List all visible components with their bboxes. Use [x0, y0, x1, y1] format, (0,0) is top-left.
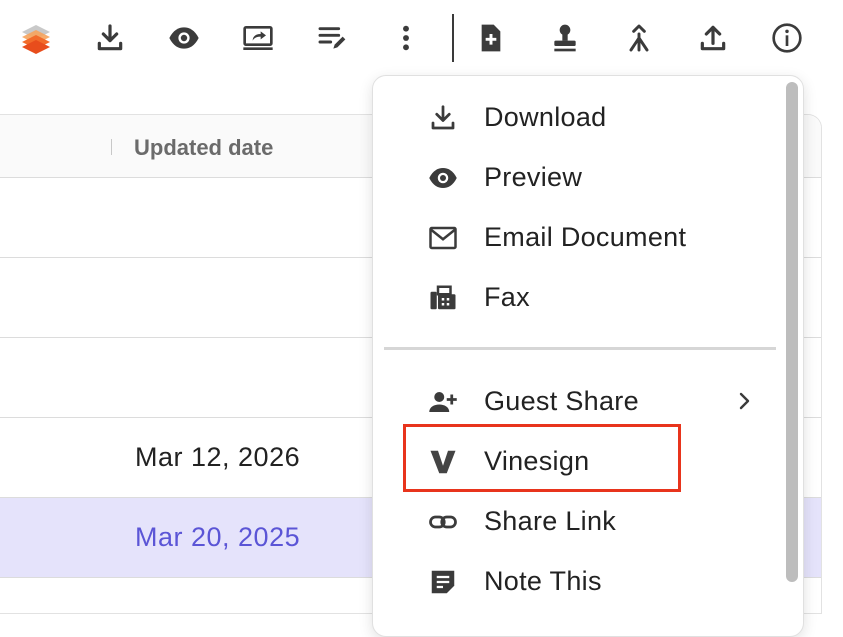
menu-item-label: Note This	[484, 566, 602, 596]
menu-divider	[384, 347, 776, 350]
menu-item-email-document[interactable]: Email Document	[373, 207, 773, 267]
more-actions-menu: Download Preview Email Document Fax Gues…	[372, 75, 804, 637]
updated-date-cell: Mar 20, 2025	[135, 522, 301, 552]
scrollbar-thumb[interactable]	[786, 82, 798, 582]
mail-icon	[423, 221, 463, 255]
upload-icon[interactable]	[693, 18, 733, 58]
column-header-updated-date[interactable]: Updated date	[134, 135, 273, 161]
preview-icon[interactable]	[164, 18, 204, 58]
menu-item-label: Share Link	[484, 506, 617, 536]
link-icon	[423, 505, 463, 539]
menu-item-label: Email Document	[484, 222, 687, 252]
toolbar	[0, 0, 843, 76]
column-separator[interactable]	[111, 139, 112, 155]
note-icon	[423, 565, 463, 599]
menu-item-share-link[interactable]: Share Link	[373, 491, 773, 551]
layers-icon[interactable]	[16, 18, 56, 58]
menu-item-label: Download	[484, 102, 607, 132]
menu-item-note-this[interactable]: Note This	[373, 551, 773, 611]
menu-item-label: Preview	[484, 162, 583, 192]
chevron-right-icon	[733, 387, 757, 415]
download-icon[interactable]	[90, 18, 130, 58]
menu-scrollbar[interactable]	[784, 76, 801, 616]
menu-item-download[interactable]: Download	[373, 87, 773, 147]
eye-icon	[423, 161, 463, 195]
menu-item-guest-share[interactable]: Guest Share	[373, 371, 773, 431]
fax-icon	[423, 281, 463, 315]
present-icon[interactable]	[238, 18, 278, 58]
menu-item-label: Guest Share	[484, 386, 639, 416]
merge-icon[interactable]	[619, 18, 659, 58]
info-icon[interactable]	[767, 18, 807, 58]
person-add-icon	[423, 385, 463, 419]
more-vert-icon[interactable]	[386, 18, 426, 58]
vinesign-highlight	[403, 424, 681, 492]
menu-item-label: Fax	[484, 282, 530, 312]
edit-list-icon[interactable]	[312, 18, 352, 58]
download-icon	[423, 101, 463, 135]
menu-item-fax[interactable]: Fax	[373, 267, 773, 327]
toolbar-divider	[452, 14, 454, 62]
stamp-icon[interactable]	[545, 18, 585, 58]
menu-item-preview[interactable]: Preview	[373, 147, 773, 207]
new-document-icon[interactable]	[471, 18, 511, 58]
updated-date-cell: Mar 12, 2026	[135, 442, 301, 472]
